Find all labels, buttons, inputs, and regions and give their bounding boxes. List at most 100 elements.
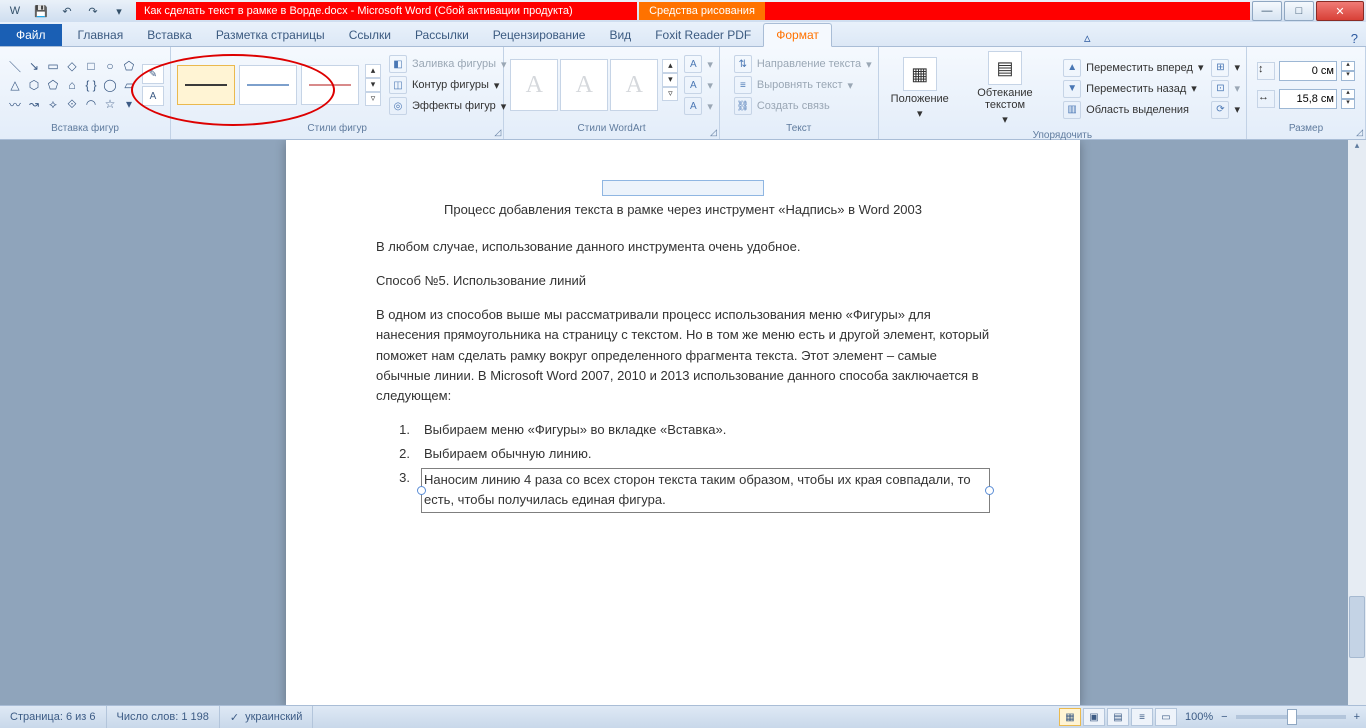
qat-redo-icon[interactable]: ↷ bbox=[82, 1, 104, 21]
text-outline-button[interactable]: A▾ bbox=[684, 76, 713, 94]
rotate-icon: ⟳ bbox=[1211, 101, 1229, 119]
page[interactable]: Процесс добавления текста в рамке через … bbox=[286, 140, 1080, 705]
create-link-button[interactable]: ⛓Создать связь bbox=[734, 97, 872, 115]
width-spinner[interactable]: ▴▾ bbox=[1341, 89, 1355, 109]
zoom-level[interactable]: 100% bbox=[1185, 711, 1213, 723]
tab-layout[interactable]: Разметка страницы bbox=[204, 24, 337, 46]
view-draft[interactable]: ▭ bbox=[1155, 708, 1177, 726]
paragraph-heading: Способ №5. Использование линий bbox=[376, 271, 990, 291]
selection-pane-button[interactable]: ▥Область выделения bbox=[1063, 101, 1203, 119]
tab-foxit[interactable]: Foxit Reader PDF bbox=[643, 24, 763, 46]
wordart-style-3[interactable]: A bbox=[610, 59, 658, 111]
minimize-button[interactable]: — bbox=[1252, 1, 1282, 21]
position-button[interactable]: ▦Положение▾ bbox=[885, 55, 955, 122]
tab-references[interactable]: Ссылки bbox=[337, 24, 403, 46]
rotate-button[interactable]: ⟳▾ bbox=[1211, 101, 1240, 119]
align-icon: ≡ bbox=[734, 76, 752, 94]
paragraph: В любом случае, использование данного ин… bbox=[376, 237, 990, 257]
tab-format[interactable]: Формат bbox=[763, 23, 832, 47]
app-icon: W bbox=[4, 1, 26, 21]
group-wordart: A A A ▴▾▿ A▾ A▾ A▾ Стили WordArt◿ bbox=[504, 47, 720, 139]
align-button[interactable]: ⊞▾ bbox=[1211, 59, 1240, 77]
text-fill-button[interactable]: A▾ bbox=[684, 55, 713, 73]
styles-dialog-launcher[interactable]: ◿ bbox=[494, 127, 501, 138]
group-label-wordart: Стили WordArt◿ bbox=[504, 123, 719, 139]
scroll-thumb[interactable] bbox=[1349, 596, 1365, 658]
scroll-up-icon[interactable]: ▴ bbox=[1348, 140, 1366, 156]
group-text: ⇅Направление текста ▾ ≡Выровнять текст ▾… bbox=[720, 47, 879, 139]
shape-effects-button[interactable]: ◎Эффекты фигур ▾ bbox=[389, 97, 507, 115]
shape-gallery[interactable]: ＼↘▭◇□○⬠ △⬡⬠⌂{ }◯▱ 〰↝⟡⟐◠☆▾ bbox=[6, 57, 138, 113]
shape-width[interactable]: ↔ ▴▾ bbox=[1257, 88, 1355, 110]
tab-review[interactable]: Рецензирование bbox=[481, 24, 598, 46]
tab-home[interactable]: Главная bbox=[66, 24, 136, 46]
wrap-text-button[interactable]: ▤Обтекание текстом▾ bbox=[955, 49, 1055, 128]
outline-icon: ◫ bbox=[389, 76, 407, 94]
tab-mailings[interactable]: Рассылки bbox=[403, 24, 481, 46]
tab-file[interactable]: Файл bbox=[0, 24, 62, 46]
width-input[interactable] bbox=[1279, 89, 1337, 109]
group-label-shapes: Вставка фигур bbox=[0, 123, 170, 139]
text-fill-icon: A bbox=[684, 55, 702, 73]
document-area[interactable]: Процесс добавления текста в рамке через … bbox=[0, 140, 1366, 705]
width-icon: ↔ bbox=[1257, 90, 1275, 108]
group-insert-shapes: ＼↘▭◇□○⬠ △⬡⬠⌂{ }◯▱ 〰↝⟡⟐◠☆▾ ✎ A Вставка фи… bbox=[0, 47, 171, 139]
shape-outline-button[interactable]: ◫Контур фигуры ▾ bbox=[389, 76, 507, 94]
help-icon[interactable]: ? bbox=[1343, 31, 1366, 46]
wordart-style-1[interactable]: A bbox=[510, 59, 558, 111]
send-backward-button[interactable]: ▼Переместить назад ▾ bbox=[1063, 80, 1203, 98]
shape-height[interactable]: ↕ ▴▾ bbox=[1257, 60, 1355, 82]
contextual-tab-label: Средства рисования bbox=[639, 2, 765, 20]
zoom-in-button[interactable]: + bbox=[1354, 711, 1360, 723]
tab-view[interactable]: Вид bbox=[597, 24, 643, 46]
link-icon: ⛓ bbox=[734, 97, 752, 115]
selected-line-shape[interactable]: Наносим линию 4 раза со всех сторон текс… bbox=[421, 468, 990, 514]
view-full-screen[interactable]: ▣ bbox=[1083, 708, 1105, 726]
close-button[interactable]: ✕ bbox=[1316, 1, 1364, 21]
group-label-size: Размер◿ bbox=[1247, 123, 1365, 139]
status-language[interactable]: ✓украинский bbox=[220, 706, 314, 728]
spellcheck-icon: ✓ bbox=[230, 711, 239, 724]
status-page[interactable]: Страница: 6 из 6 bbox=[0, 706, 107, 728]
height-input[interactable] bbox=[1279, 61, 1337, 81]
text-direction-button[interactable]: ⇅Направление текста ▾ bbox=[734, 55, 872, 73]
text-effects-button[interactable]: A▾ bbox=[684, 97, 713, 115]
height-spinner[interactable]: ▴▾ bbox=[1341, 61, 1355, 81]
style-gallery-scroll[interactable]: ▴▾▿ bbox=[365, 64, 381, 106]
position-icon: ▦ bbox=[903, 57, 937, 91]
zoom-out-button[interactable]: − bbox=[1221, 711, 1227, 723]
shape-style-2[interactable] bbox=[239, 65, 297, 105]
zoom-slider[interactable] bbox=[1236, 715, 1346, 719]
window-title: Как сделать текст в рамке в Ворде.docx -… bbox=[136, 2, 637, 20]
ribbon-collapse-icon[interactable]: ▵ bbox=[1076, 30, 1099, 46]
maximize-button[interactable]: □ bbox=[1284, 1, 1314, 21]
tab-insert[interactable]: Вставка bbox=[135, 24, 204, 46]
size-dialog-launcher[interactable]: ◿ bbox=[1356, 127, 1363, 138]
status-word-count[interactable]: Число слов: 1 198 bbox=[107, 706, 220, 728]
bring-forward-button[interactable]: ▲Переместить вперед ▾ bbox=[1063, 59, 1203, 77]
qat-undo-icon[interactable]: ↶ bbox=[56, 1, 78, 21]
vertical-scrollbar[interactable]: ▴ bbox=[1348, 140, 1366, 705]
qat-save-icon[interactable]: 💾 bbox=[30, 1, 52, 21]
shape-fill-button[interactable]: ◧Заливка фигуры ▾ bbox=[389, 55, 507, 73]
view-outline[interactable]: ≡ bbox=[1131, 708, 1153, 726]
edit-shape-button[interactable]: ✎ bbox=[142, 64, 164, 84]
wordart-dialog-launcher[interactable]: ◿ bbox=[710, 127, 717, 138]
wordart-style-2[interactable]: A bbox=[560, 59, 608, 111]
group-button[interactable]: ⊡▾ bbox=[1211, 80, 1240, 98]
paragraph: В одном из способов выше мы рассматривал… bbox=[376, 305, 990, 406]
qat-more-icon[interactable]: ▾ bbox=[108, 1, 130, 21]
group-size: ↕ ▴▾ ↔ ▴▾ Размер◿ bbox=[1247, 47, 1366, 139]
view-web-layout[interactable]: ▤ bbox=[1107, 708, 1129, 726]
shape-style-1[interactable] bbox=[177, 65, 235, 105]
zoom-slider-thumb[interactable] bbox=[1287, 709, 1297, 725]
fill-icon: ◧ bbox=[389, 55, 407, 73]
view-print-layout[interactable]: ▦ bbox=[1059, 708, 1081, 726]
text-box-button[interactable]: A bbox=[142, 86, 164, 106]
resize-handle-right[interactable] bbox=[985, 486, 994, 495]
wordart-gallery[interactable]: A A A ▴▾▿ bbox=[510, 59, 678, 111]
wordart-gallery-scroll[interactable]: ▴▾▿ bbox=[662, 59, 678, 111]
shape-style-3[interactable] bbox=[301, 65, 359, 105]
align-text-button[interactable]: ≡Выровнять текст ▾ bbox=[734, 76, 872, 94]
height-icon: ↕ bbox=[1257, 62, 1275, 80]
